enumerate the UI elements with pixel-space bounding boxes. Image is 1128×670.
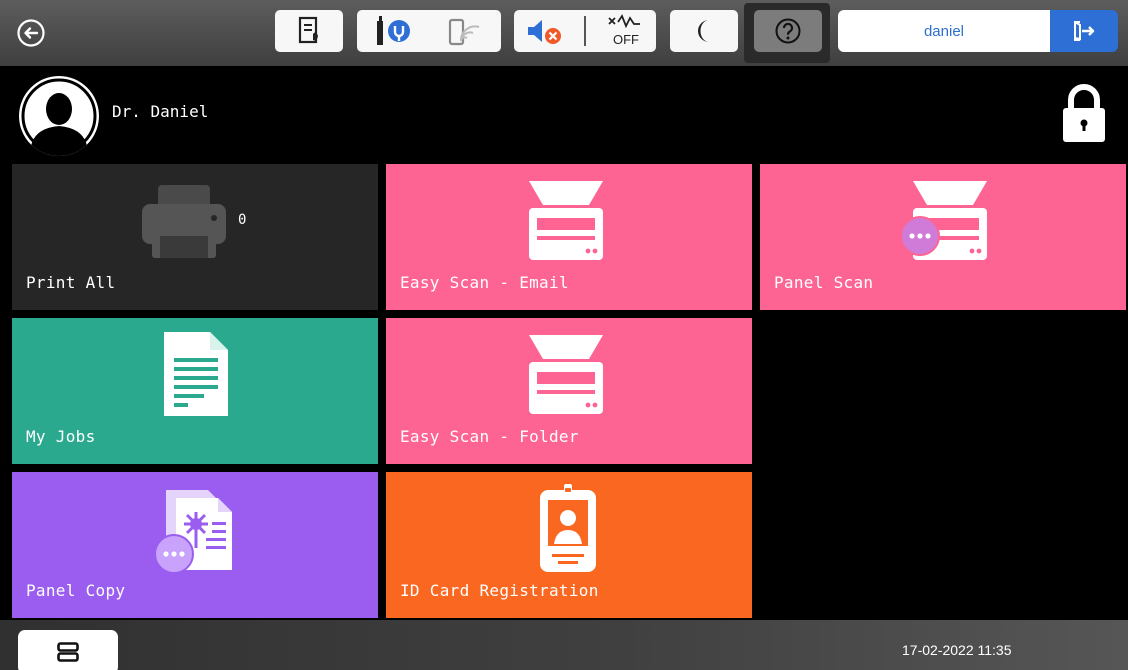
user-login-box[interactable]: daniel	[838, 10, 1050, 52]
user-header: Dr. Daniel	[0, 66, 1128, 162]
user-display-name: Dr. Daniel	[112, 102, 209, 121]
printer-status-button[interactable]	[275, 10, 343, 52]
back-icon[interactable]	[16, 18, 46, 48]
signal-off-label: OFF	[613, 32, 639, 47]
help-icon	[775, 18, 801, 44]
tile-label: ID Card Registration	[400, 581, 599, 600]
tile-my-jobs[interactable]: My Jobs	[12, 318, 378, 464]
scanner-more-icon	[900, 181, 987, 260]
tile-label: Print All	[26, 273, 116, 292]
tile-print-all[interactable]: 0 Print All	[12, 164, 378, 310]
wifi-icon	[448, 18, 479, 46]
datetime-display: 17-02-2022 11:35	[902, 642, 1012, 658]
tile-panel-copy[interactable]: Panel Copy	[12, 472, 378, 618]
sleep-mode-button[interactable]	[670, 10, 738, 52]
scanner-icon	[529, 335, 603, 414]
sound-muted-icon	[528, 20, 561, 44]
id-card-icon	[540, 484, 596, 572]
top-toolbar: OFF daniel	[0, 0, 1128, 66]
sleep-mode-icon	[698, 20, 709, 42]
nfc-reader-icon	[376, 16, 410, 45]
tile-panel-scan[interactable]: Panel Scan	[760, 164, 1126, 310]
menu-button[interactable]	[18, 630, 118, 670]
copy-more-icon	[154, 490, 232, 574]
logout-icon	[1074, 21, 1095, 41]
tile-id-card-registration[interactable]: ID Card Registration	[386, 472, 752, 618]
tile-label: My Jobs	[26, 427, 96, 446]
scanner-icon	[529, 181, 603, 260]
menu-icon	[57, 642, 79, 662]
printer-status-icon	[298, 16, 318, 44]
document-icon	[164, 332, 228, 416]
tile-label: Easy Scan - Email	[400, 273, 569, 292]
tile-easy-scan-email[interactable]: Easy Scan - Email	[386, 164, 752, 310]
connectivity-button[interactable]	[357, 10, 501, 52]
avatar	[19, 76, 99, 156]
sound-signal-button[interactable]: OFF	[514, 10, 656, 52]
logout-button[interactable]	[1050, 10, 1118, 52]
tile-easy-scan-folder[interactable]: Easy Scan - Folder	[386, 318, 752, 464]
tile-label: Easy Scan - Folder	[400, 427, 579, 446]
tile-label: Panel Scan	[774, 273, 874, 292]
signal-off-icon: OFF	[608, 14, 640, 47]
tile-label: Panel Copy	[26, 581, 126, 600]
bottom-bar: 17-02-2022 11:35	[0, 620, 1128, 670]
print-count-badge: 0	[238, 212, 247, 228]
help-button[interactable]	[754, 10, 822, 52]
lock-icon[interactable]	[1058, 80, 1110, 146]
printer-icon	[142, 185, 226, 258]
